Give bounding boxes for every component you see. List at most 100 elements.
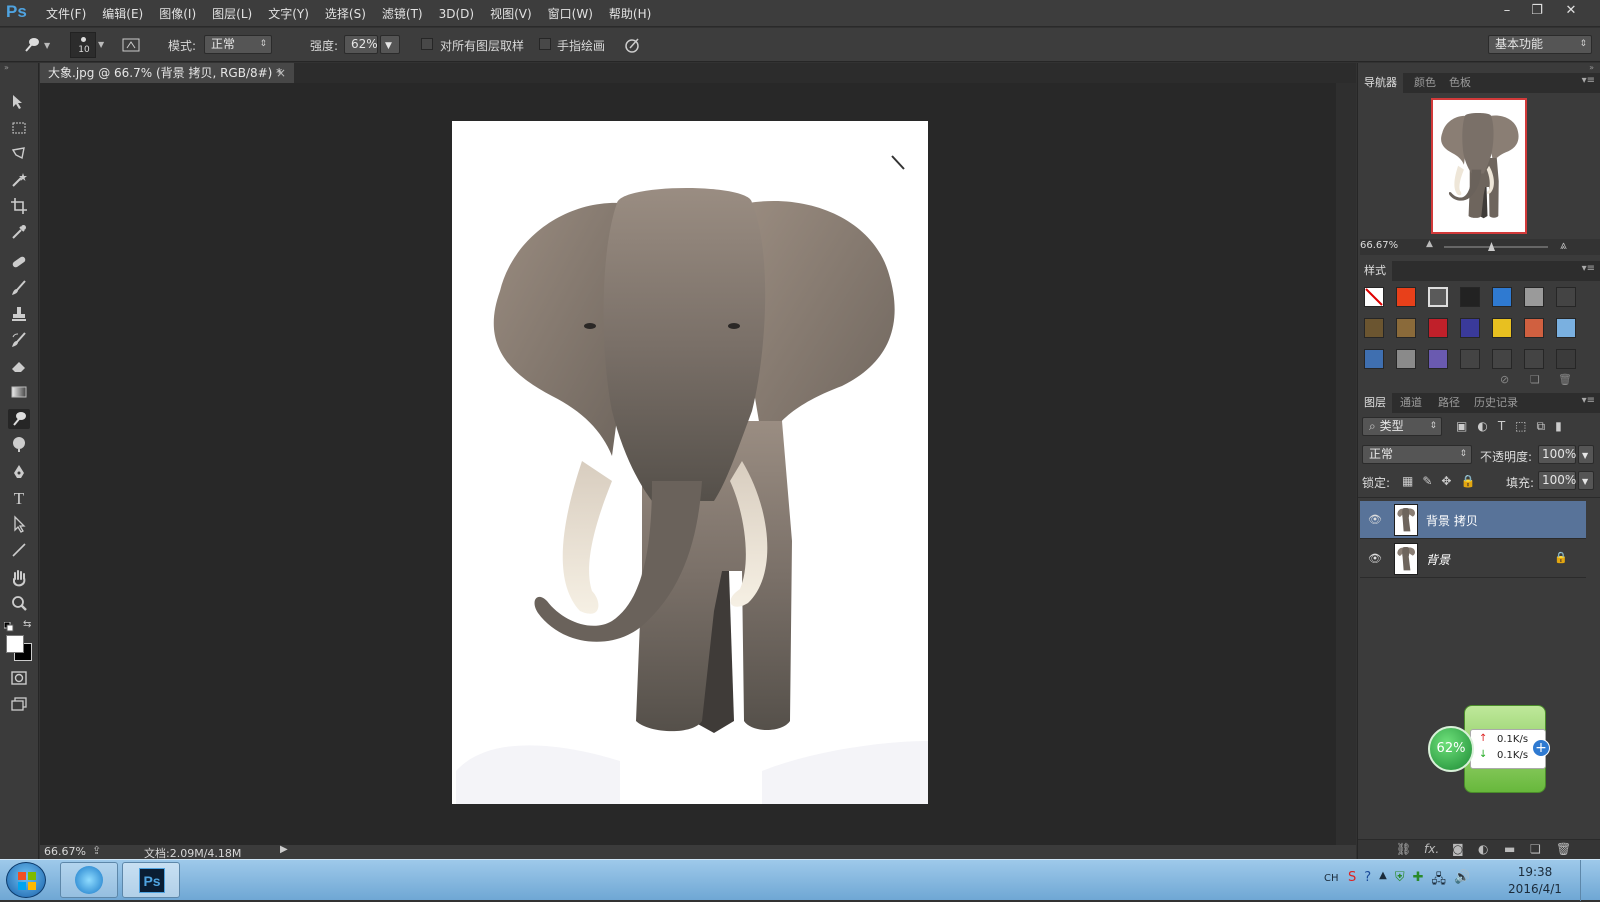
swap-colors-icon[interactable]: ⇆ (23, 619, 31, 630)
filter-adjustment-icon[interactable]: ◐ (1477, 419, 1487, 435)
new-group-folder-icon[interactable]: ▬ (1504, 842, 1515, 856)
foreground-color-swatch[interactable] (6, 635, 24, 653)
magic-wand-tool-icon[interactable] (8, 171, 30, 191)
tab-color[interactable]: 颜色 (1408, 73, 1442, 93)
smudge-tool-preset-icon[interactable] (22, 35, 42, 55)
menu-3d[interactable]: 3D(D) (439, 7, 474, 21)
dock-collapse-icon[interactable]: » (1589, 63, 1594, 72)
toolbar-collapse-icon[interactable]: » (4, 63, 9, 72)
layer-filter-select[interactable]: ⌕ 类型 ⇕ (1362, 417, 1442, 436)
fill-slider-toggle[interactable]: ▼ (1578, 471, 1594, 490)
adjustment-layer-icon[interactable]: ◐ (1478, 842, 1488, 856)
tab-layers[interactable]: 图层 (1358, 393, 1392, 413)
document-tab[interactable]: 大象.jpg @ 66.7% (背景 拷贝, RGB/8#) * × (40, 63, 294, 83)
network-tool-icon[interactable]: ✚ (1413, 870, 1424, 890)
navigator-zoom-slider[interactable] (1444, 246, 1548, 248)
input-language[interactable]: CH (1324, 873, 1339, 884)
share-icon[interactable]: ⇪ (92, 844, 101, 857)
link-layers-icon[interactable]: ⛓ (1396, 842, 1411, 856)
hand-tool-icon[interactable] (8, 569, 30, 589)
line-tool-icon[interactable] (8, 541, 30, 561)
style-swatch[interactable] (1396, 349, 1416, 369)
layer-name[interactable]: 背景 (1426, 551, 1450, 568)
sogou-input-icon[interactable]: S (1348, 870, 1356, 890)
tab-swatches[interactable]: 色板 (1443, 73, 1477, 93)
type-tool-icon[interactable]: T (8, 489, 30, 509)
lock-position-icon[interactable]: ✥ (1441, 474, 1451, 488)
eraser-tool-icon[interactable] (8, 357, 30, 377)
lock-all-icon[interactable]: 🔒 (1460, 474, 1475, 488)
widget-plus-icon[interactable]: + (1532, 739, 1550, 757)
taskbar-photoshop-button[interactable]: Ps (122, 862, 180, 898)
style-swatch[interactable] (1492, 349, 1512, 369)
sample-all-layers-checkbox[interactable] (421, 38, 433, 50)
style-swatch[interactable] (1428, 318, 1448, 338)
delete-layer-trash-icon[interactable]: 🗑 (1556, 842, 1571, 856)
menu-type[interactable]: 文字(Y) (268, 5, 309, 22)
quick-mask-icon[interactable] (8, 669, 30, 689)
new-layer-icon[interactable]: ❏ (1530, 842, 1541, 856)
history-brush-tool-icon[interactable] (8, 331, 30, 351)
preset-dropdown-arrow-icon[interactable]: ▼ (44, 41, 50, 50)
eyedropper-tool-icon[interactable] (8, 223, 30, 243)
path-selection-tool-icon[interactable] (8, 515, 30, 535)
mode-select[interactable]: 正常 ⇕ (204, 35, 272, 54)
style-swatch[interactable] (1364, 318, 1384, 338)
style-swatch[interactable] (1364, 287, 1384, 307)
menu-layer[interactable]: 图层(L) (212, 5, 252, 22)
style-swatch[interactable] (1428, 349, 1448, 369)
restore-button[interactable]: ❐ (1522, 0, 1552, 22)
visibility-eye-icon[interactable]: 👁 (1368, 513, 1382, 526)
style-swatch[interactable] (1460, 287, 1480, 307)
blend-mode-select[interactable]: 正常 ⇕ (1362, 445, 1472, 464)
style-swatch[interactable] (1524, 349, 1544, 369)
menu-file[interactable]: 文件(F) (46, 5, 86, 22)
marquee-tool-icon[interactable] (8, 119, 30, 139)
brush-dropdown-arrow-icon[interactable]: ▼ (98, 40, 104, 49)
document-tab-close-icon[interactable]: × (276, 63, 286, 83)
zoom-in-icon[interactable]: ⩓ (1560, 238, 1567, 253)
default-colors-icon[interactable] (3, 621, 14, 632)
opacity-slider-toggle[interactable]: ▼ (1578, 445, 1594, 464)
add-mask-icon[interactable]: ◙ (1452, 842, 1464, 856)
fx-icon[interactable]: fx. (1424, 842, 1439, 856)
brush-panel-toggle-icon[interactable] (122, 36, 140, 54)
style-swatch[interactable] (1396, 287, 1416, 307)
style-swatch[interactable] (1460, 318, 1480, 338)
menu-image[interactable]: 图像(I) (159, 5, 196, 22)
menu-select[interactable]: 选择(S) (325, 5, 366, 22)
style-swatch[interactable] (1492, 287, 1512, 307)
menu-help[interactable]: 帮助(H) (609, 5, 651, 22)
show-desktop-button[interactable] (1580, 860, 1600, 901)
lasso-tool-icon[interactable] (8, 145, 30, 165)
opacity-input[interactable]: 100% (1538, 445, 1576, 464)
volume-icon[interactable]: 🔊 (1454, 870, 1470, 890)
clone-stamp-tool-icon[interactable] (8, 305, 30, 325)
menu-window[interactable]: 窗口(W) (548, 5, 593, 22)
style-swatch[interactable] (1524, 287, 1544, 307)
minimize-button[interactable]: – (1492, 0, 1522, 22)
finger-painting-checkbox[interactable] (539, 38, 551, 50)
tab-navigator[interactable]: 导航器 (1358, 73, 1403, 93)
navigator-menu-icon[interactable]: ▾≡ (1582, 75, 1595, 86)
network-icon[interactable]: 🖧 (1432, 870, 1447, 890)
style-swatch[interactable] (1396, 318, 1416, 338)
filter-pixel-icon[interactable]: ▣ (1456, 419, 1467, 435)
smudge-tool-icon[interactable] (8, 409, 30, 429)
delete-style-icon[interactable]: 🗑 (1558, 373, 1572, 386)
document-canvas[interactable] (452, 121, 928, 804)
layer-row-background[interactable]: 👁 背景 🔒 (1360, 540, 1586, 578)
fill-input[interactable]: 100% (1538, 471, 1576, 490)
pen-tool-icon[interactable] (8, 463, 30, 483)
clear-style-icon[interactable]: ⊘ (1500, 373, 1509, 386)
menu-edit[interactable]: 编辑(E) (102, 5, 143, 22)
lock-image-icon[interactable]: ✎ (1422, 474, 1432, 488)
taskbar-browser-button[interactable] (60, 862, 118, 898)
menu-view[interactable]: 视图(V) (490, 5, 532, 22)
close-button[interactable]: ✕ (1556, 0, 1586, 22)
style-swatch[interactable] (1556, 287, 1576, 307)
security-shield-icon[interactable]: ⛨ (1395, 870, 1405, 890)
healing-brush-tool-icon[interactable] (8, 253, 30, 273)
layer-name[interactable]: 背景 拷贝 (1426, 512, 1478, 529)
tab-channels[interactable]: 通道 (1394, 393, 1428, 413)
